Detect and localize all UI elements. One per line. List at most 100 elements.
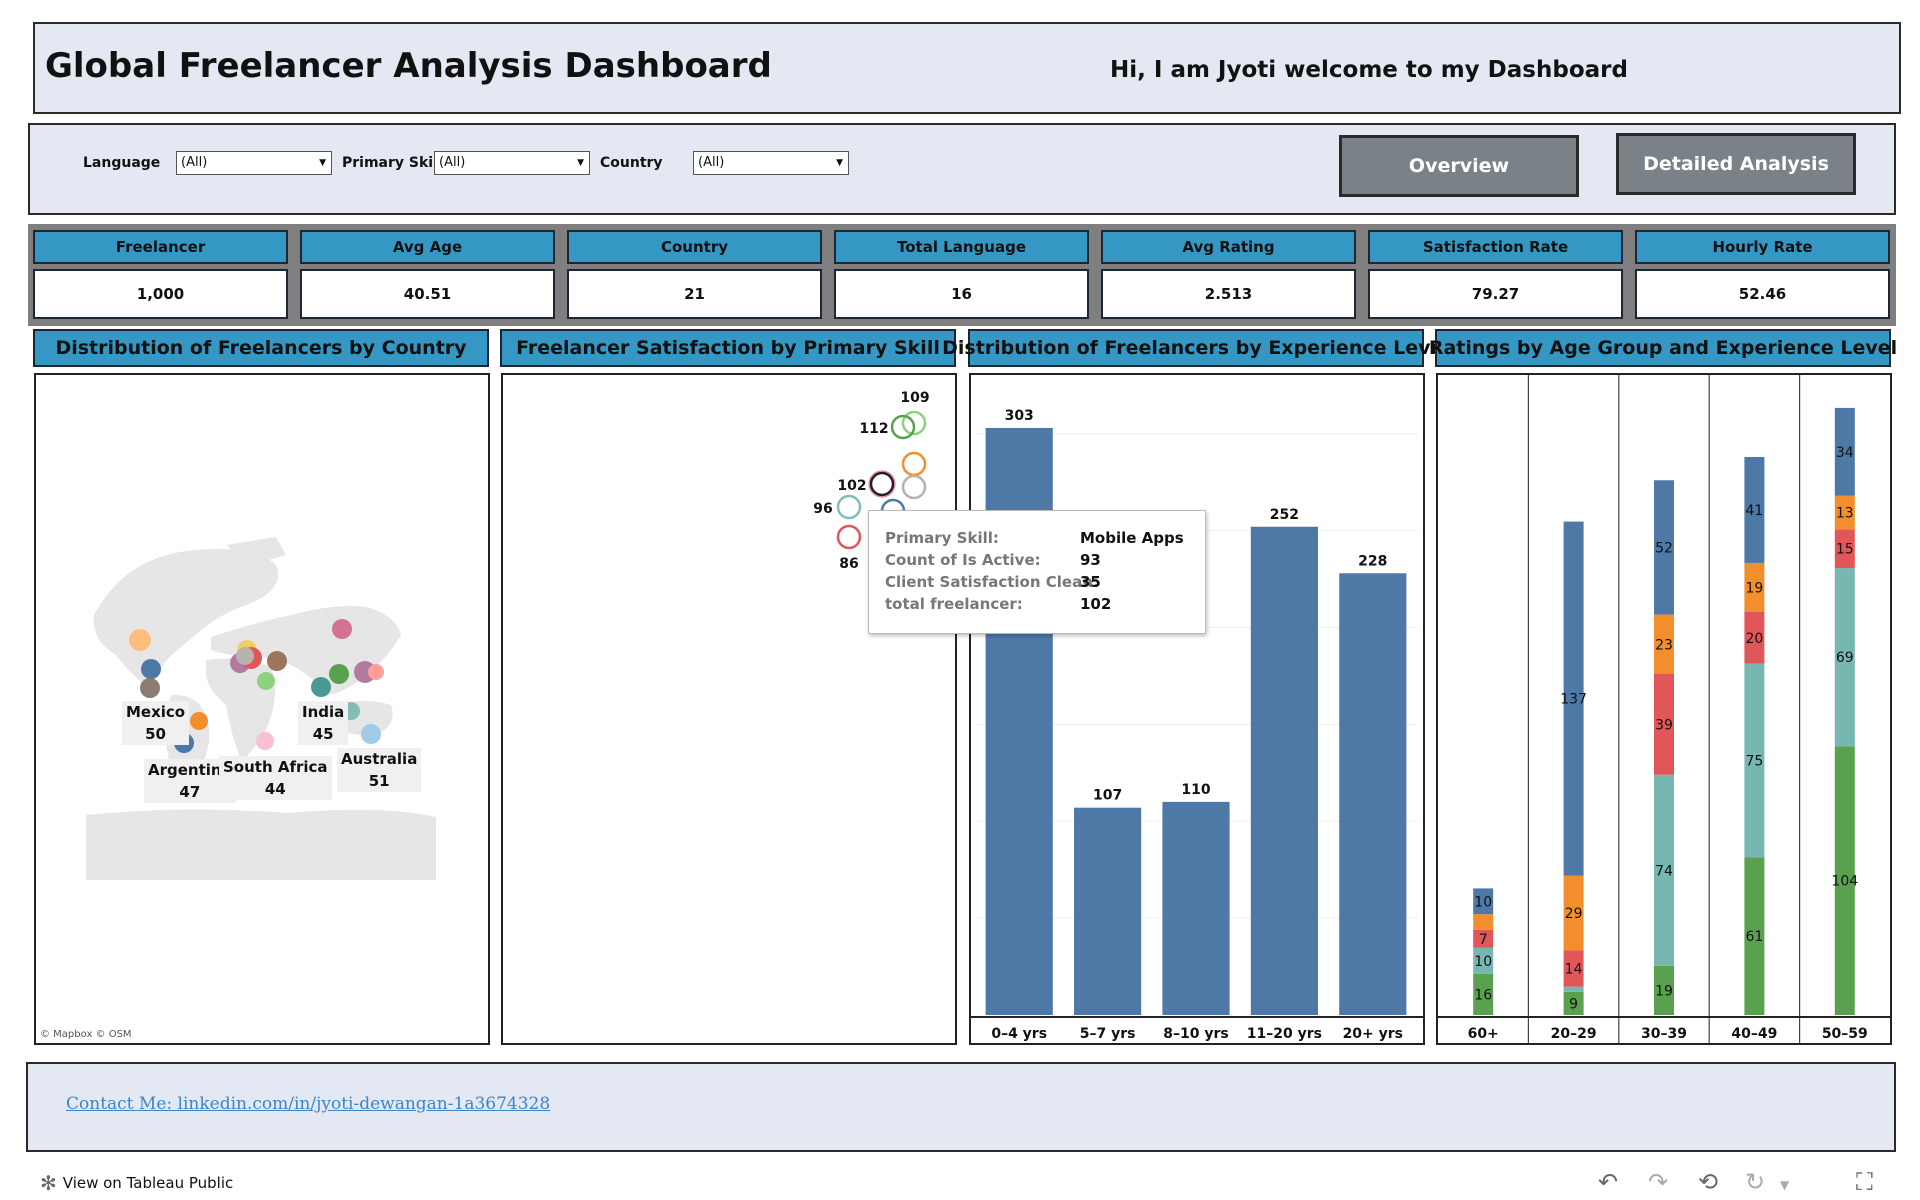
contact-bar: Contact Me: linkedin.com/in/jyoti-dewang… [26,1062,1896,1152]
rating-segment-label: 69 [1836,650,1854,666]
experience-panel[interactable]: 303 0–4 yrs 107 5–7 yrs 110 8–10 yrs 252 11–20 … [969,373,1425,1045]
redo-icon[interactable]: ↷ [1648,1168,1668,1196]
filter-language-select[interactable]: (All) ▼ [176,151,332,175]
rating-segment-label: 41 [1745,503,1763,519]
filter-language-value: (All) [181,155,208,170]
experience-bar-label: 110 [1181,782,1210,798]
filter-country-select[interactable]: (All) ▼ [693,151,849,175]
fullscreen-icon[interactable]: ⛶ [1856,1168,1873,1196]
rating-segment-label: 19 [1655,983,1673,999]
chevron-down-icon[interactable]: ▼ [1780,1178,1789,1192]
rating-segment-label: 16 [1474,987,1492,1003]
kpi-label-hourly-rate: Hourly Rate [1635,230,1890,264]
kpi-label-freelancer: Freelancer [33,230,288,264]
map-label-mexico: Mexico 50 [122,701,190,745]
refresh-icon[interactable]: ↻ [1745,1168,1765,1196]
map-point-argentina[interactable] [190,712,208,730]
skill-point[interactable] [901,474,927,500]
rating-segment-label: 34 [1836,445,1854,461]
kpi-label-country: Country [567,230,822,264]
x-tick-label: 20–29 [1551,1026,1597,1042]
map-point[interactable] [140,678,160,698]
map-point-south-africa[interactable] [256,732,274,750]
tooltip-value: 102 [1080,595,1112,613]
skill-point[interactable] [836,524,862,550]
experience-bar[interactable] [1074,807,1142,1015]
tooltip-value: Mobile Apps [1080,529,1184,547]
greeting-text: Hi, I am Jyoti welcome to my Dashboard [1110,57,1628,83]
rating-bar-segment[interactable] [1473,914,1494,930]
x-tick-label: 20+ yrs [1343,1026,1403,1042]
map-label-count: 51 [368,772,390,790]
map-point[interactable] [236,647,254,665]
map-point[interactable] [329,664,349,684]
filter-primary-skill-value: (All) [439,155,466,170]
detailed-analysis-button[interactable]: Detailed Analysis [1616,133,1856,195]
experience-bar-label: 252 [1270,507,1299,523]
skill-point[interactable] [901,451,927,477]
tooltip-value: 35 [1080,573,1101,591]
filter-primary-skill-select[interactable]: (All) ▼ [434,151,590,175]
map-point-australia[interactable] [361,724,381,744]
rating-segment-label: 52 [1655,540,1673,556]
kpi-label-avg-rating: Avg Rating [1101,230,1356,264]
kpi-strip: Freelancer 1,000 Avg Age 40.51 Country 2… [28,224,1896,326]
map-point[interactable] [267,651,287,671]
world-map [86,537,436,880]
map-label-south-africa: South Africa 44 [219,756,332,800]
rating-segment-label: 104 [1831,874,1858,890]
map-panel-title: Distribution of Freelancers by Country [33,329,489,367]
map-label-australia: Australia 51 [337,748,422,792]
map-point[interactable] [257,672,275,690]
undo-icon[interactable]: ↶ [1598,1168,1618,1196]
tooltip-key: total freelancer: [885,595,1023,613]
skill-label: 86 [839,556,858,572]
map-label-count: 44 [264,780,286,798]
view-on-tableau-link[interactable]: ✻ View on Tableau Public [40,1171,233,1195]
kpi-value-total-language: 16 [834,269,1089,319]
experience-bar-chart: 303 0–4 yrs 107 5–7 yrs 110 8–10 yrs 252 11–20 … [971,408,1423,1042]
map-point[interactable] [332,619,352,639]
skill-point-highlighted[interactable] [869,471,895,497]
rating-segment-label: 9 [1569,996,1578,1012]
ratings-panel-title: Ratings by Age Group and Experience Leve… [1429,329,1897,367]
map-point[interactable] [368,664,384,680]
kpi-label-total-language: Total Language [834,230,1089,264]
header-bar: Global Freelancer Analysis Dashboard Hi,… [33,22,1901,114]
map-label-country: India [302,703,345,721]
kpi-value-avg-rating: 2.513 [1101,269,1356,319]
rating-bar-segment[interactable] [1563,986,1584,992]
rating-segment-label: 75 [1745,754,1763,770]
linkedin-link[interactable]: Contact Me: linkedin.com/in/jyoti-dewang… [66,1094,550,1114]
filter-bar: Language (All) ▼ Primary Skill (All) ▼ C… [28,123,1896,215]
map-panel[interactable]: Mexico 50 India 45 Argentina 47 South Af… [34,373,490,1045]
experience-bar[interactable] [1162,801,1230,1015]
ratings-panel[interactable]: 16 10 7 10 60+ 9 14 29 137 20–29 19 74 39 23 52 30–39 61… [1436,373,1892,1045]
revert-icon[interactable]: ⟲ [1698,1168,1718,1196]
x-tick-label: 0–4 yrs [991,1026,1047,1042]
experience-bar-label: 303 [1005,408,1034,424]
map-label-country: Australia [341,750,418,768]
experience-bar[interactable] [1250,526,1318,1015]
skill-point[interactable] [836,494,862,520]
rating-segment-label: 74 [1655,863,1673,879]
rating-segment-label: 61 [1745,929,1763,945]
satisfaction-scatter: 109 112 102 96 86 [813,390,929,572]
tooltip-key: Client Satisfaction Clean: [885,573,1099,591]
x-tick-label: 5–7 yrs [1080,1026,1136,1042]
rating-segment-label: 10 [1474,954,1492,970]
overview-button[interactable]: Overview [1339,135,1579,197]
rating-segment-label: 29 [1565,906,1583,922]
map-point-mexico[interactable] [129,629,151,651]
filter-label-country: Country [600,155,663,171]
rating-segment-label: 137 [1560,692,1587,708]
map-point[interactable] [141,659,161,679]
experience-bar[interactable] [1339,573,1407,1015]
chevron-down-icon: ▼ [577,158,584,168]
map-label-india: India 45 [298,701,349,745]
map-credit: © Mapbox © OSM [40,1029,132,1040]
satisfaction-panel[interactable]: 109 112 102 96 86 [501,373,957,1045]
filter-country-value: (All) [698,155,725,170]
map-label-count: 45 [312,725,334,743]
map-point-india[interactable] [311,677,331,697]
